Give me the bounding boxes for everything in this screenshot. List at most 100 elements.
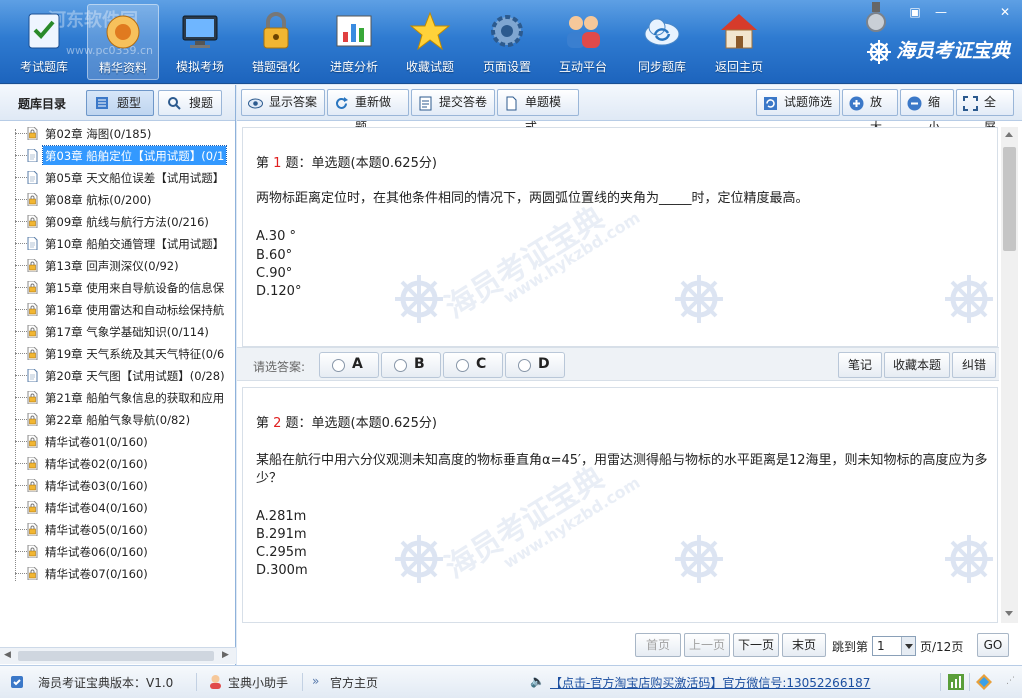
chapter-tree-item[interactable]: 第22章 船舶气象导航(0/82)	[15, 409, 235, 429]
chapter-tree-item[interactable]: 精华试卷05(0/160)	[15, 519, 235, 539]
restore-window-button[interactable]: ▣	[904, 3, 926, 21]
chapter-tree-item-label: 第20章 天气图【试用试题】(0/28)	[45, 368, 225, 383]
toolbar-home-button[interactable]: 返回主页	[703, 4, 775, 80]
purchase-promo-link[interactable]: 【点击-官方淘宝店购买激活码】官方微信号:13052266187	[550, 674, 870, 691]
toolbar-item-label: 模拟考场	[175, 60, 224, 74]
chapter-tree-item-label: 第22章 船舶气象导航(0/82)	[45, 412, 191, 427]
medal-icon	[866, 2, 886, 32]
chapter-tree-item[interactable]: 精华试卷03(0/160)	[15, 475, 235, 495]
watermark-wheel-icon	[395, 535, 443, 583]
tab-search-label: 搜题	[189, 96, 214, 110]
scroll-up-arrow-icon[interactable]	[1005, 132, 1013, 137]
answer-prompt: 请选答案:	[253, 360, 306, 374]
chapter-tree-item[interactable]: 精华试卷02(0/160)	[15, 453, 235, 473]
answer-option-a[interactable]: A	[319, 352, 379, 378]
question-title: 第 2 题：单选题(本题0.625分)	[256, 412, 437, 431]
tree-connector	[15, 529, 27, 530]
chapter-tree-item-label: 第05章 天文船位误差【试用试题】	[45, 170, 225, 185]
zoom-out-button[interactable]: 缩小	[900, 89, 954, 134]
filter-questions-label: 试题筛选	[784, 95, 833, 109]
answer-option-d[interactable]: D	[505, 352, 565, 378]
assistant-link[interactable]: 宝典小助手	[228, 674, 288, 691]
chapter-tree-item-label: 第21章 船舶气象信息的获取和应用	[45, 390, 225, 405]
stats-icon[interactable]	[948, 674, 964, 690]
scroll-left-arrow-icon[interactable]: ◀	[4, 650, 11, 660]
tree-connector	[15, 551, 27, 552]
vertical-scrollbar[interactable]	[1001, 127, 1018, 623]
chapter-tree-item[interactable]: 精华试卷01(0/160)	[15, 431, 235, 451]
scrollbar-thumb[interactable]	[18, 651, 214, 661]
chapter-tree-item[interactable]: 第20章 天气图【试用试题】(0/28)	[15, 365, 235, 385]
chapter-tree-item[interactable]: 第15章 使用来自导航设备的信息保	[15, 277, 235, 297]
toolbar-essentials-button[interactable]: 精华资料	[87, 4, 159, 80]
chapter-tree-item[interactable]: 第17章 气象学基础知识(0/114)	[15, 321, 235, 341]
chapter-tree-item[interactable]: 精华试卷06(0/160)	[15, 541, 235, 561]
fullscreen-button[interactable]: 全屏	[956, 89, 1014, 134]
notes-button[interactable]: 笔记	[838, 352, 882, 378]
refresh-icon	[336, 97, 348, 109]
report-error-button[interactable]: 纠错	[952, 352, 996, 378]
horizontal-scrollbar[interactable]: ◀ ▶	[0, 647, 236, 664]
tab-question-type[interactable]: 题型	[86, 90, 154, 116]
toolbar-question-bank-button[interactable]: 考试题库	[8, 4, 80, 80]
show-answer-label: 显示答案	[269, 95, 318, 109]
chapter-tree-item[interactable]: 第19章 天气系统及其天气特征(0/6	[15, 343, 235, 363]
scroll-right-arrow-icon[interactable]: ▶	[222, 650, 229, 660]
scroll-down-arrow-icon[interactable]	[1005, 611, 1013, 616]
minimize-window-button[interactable]: —	[930, 3, 952, 21]
answer-option-c[interactable]: C	[443, 352, 503, 378]
toolbar-page-settings-button[interactable]: 页面设置	[471, 4, 543, 80]
scrollbar-thumb[interactable]	[1003, 147, 1016, 251]
toolbar-sync-button[interactable]: 同步题库	[626, 4, 698, 80]
toolbar-favorites-button[interactable]: 收藏试题	[394, 4, 466, 80]
close-window-button[interactable]: ✕	[994, 3, 1016, 21]
homepage-link[interactable]: 官方主页	[330, 674, 378, 691]
chapter-tree-item[interactable]: 第21章 船舶气象信息的获取和应用	[15, 387, 235, 407]
toolbar-mock-exam-button[interactable]: 模拟考场	[164, 4, 236, 80]
tab-search-questions[interactable]: 搜题	[158, 90, 222, 116]
resize-grip-icon[interactable]: ⋰	[1006, 676, 1015, 686]
toolbar-community-button[interactable]: 互动平台	[547, 4, 619, 80]
logo-icon[interactable]	[976, 674, 992, 690]
filter-questions-button[interactable]: 试题筛选	[756, 89, 840, 116]
chapter-tree-item[interactable]: 第13章 回声测深仪(0/92)	[15, 255, 235, 275]
document-icon	[419, 96, 432, 111]
toolbar-progress-button[interactable]: 进度分析	[318, 4, 390, 80]
submit-answers-button[interactable]: 提交答卷	[411, 89, 495, 116]
zoom-in-button[interactable]: 放大	[842, 89, 898, 134]
prev-page-button[interactable]: 上一页	[684, 633, 730, 657]
chapter-tree-item-label: 精华试卷01(0/160)	[45, 434, 148, 449]
answer-option-b[interactable]: B	[381, 352, 441, 378]
chapter-tree-item[interactable]: 第08章 航标(0/200)	[15, 189, 235, 209]
toolbar-wrong-questions-button[interactable]: 错题强化	[240, 4, 312, 80]
single-question-mode-button[interactable]: 单题模式	[497, 89, 579, 134]
chevron-down-icon[interactable]	[901, 637, 915, 655]
first-page-button[interactable]: 首页	[635, 633, 681, 657]
brand-name: 海员考证宝典	[896, 40, 1011, 62]
fullscreen-icon	[963, 96, 978, 111]
catalog-header: 题库目录 题型 搜题	[0, 85, 235, 121]
chapter-tree-item-label: 精华试卷02(0/160)	[45, 456, 148, 471]
favorite-question-button[interactable]: 收藏本题	[884, 352, 950, 378]
locked-document-icon	[27, 215, 38, 228]
chapter-tree-item[interactable]: 第03章 船舶定位【试用试题】(0/1	[15, 145, 235, 165]
chapter-tree-item[interactable]: 精华试卷07(0/160)	[15, 563, 235, 583]
chapter-tree-item[interactable]: 第02章 海图(0/185)	[15, 123, 235, 143]
chapter-tree-item[interactable]: 第09章 航线与航行方法(0/216)	[15, 211, 235, 231]
radio-icon	[394, 359, 407, 372]
next-page-button[interactable]: 下一页	[733, 633, 779, 657]
last-page-button[interactable]: 末页	[782, 633, 826, 657]
go-button[interactable]: GO	[977, 633, 1009, 657]
redo-questions-button[interactable]: 重新做题	[327, 89, 409, 134]
locked-document-icon	[27, 435, 38, 448]
main-toolbar: 河东软件园 www.pc0359.cn 考试题库 精华资料 模拟考场 错题强化 …	[0, 0, 1022, 84]
chapter-tree-item-label: 精华试卷07(0/160)	[45, 566, 148, 581]
show-answer-button[interactable]: 显示答案	[241, 89, 325, 116]
chapter-tree-item[interactable]: 精华试卷04(0/160)	[15, 497, 235, 517]
page-number-select[interactable]: 1	[872, 636, 916, 656]
page-number-value: 1	[877, 639, 885, 653]
question-panel: 显示答案 重新做题 提交答卷 单题模式 试题筛选 放大 缩小 全屏	[237, 85, 1022, 665]
chapter-tree-item[interactable]: 第05章 天文船位误差【试用试题】	[15, 167, 235, 187]
chapter-tree-item[interactable]: 第16章 使用雷达和自动标绘保持航	[15, 299, 235, 319]
chapter-tree-item[interactable]: 第10章 船舶交通管理【试用试题】	[15, 233, 235, 253]
